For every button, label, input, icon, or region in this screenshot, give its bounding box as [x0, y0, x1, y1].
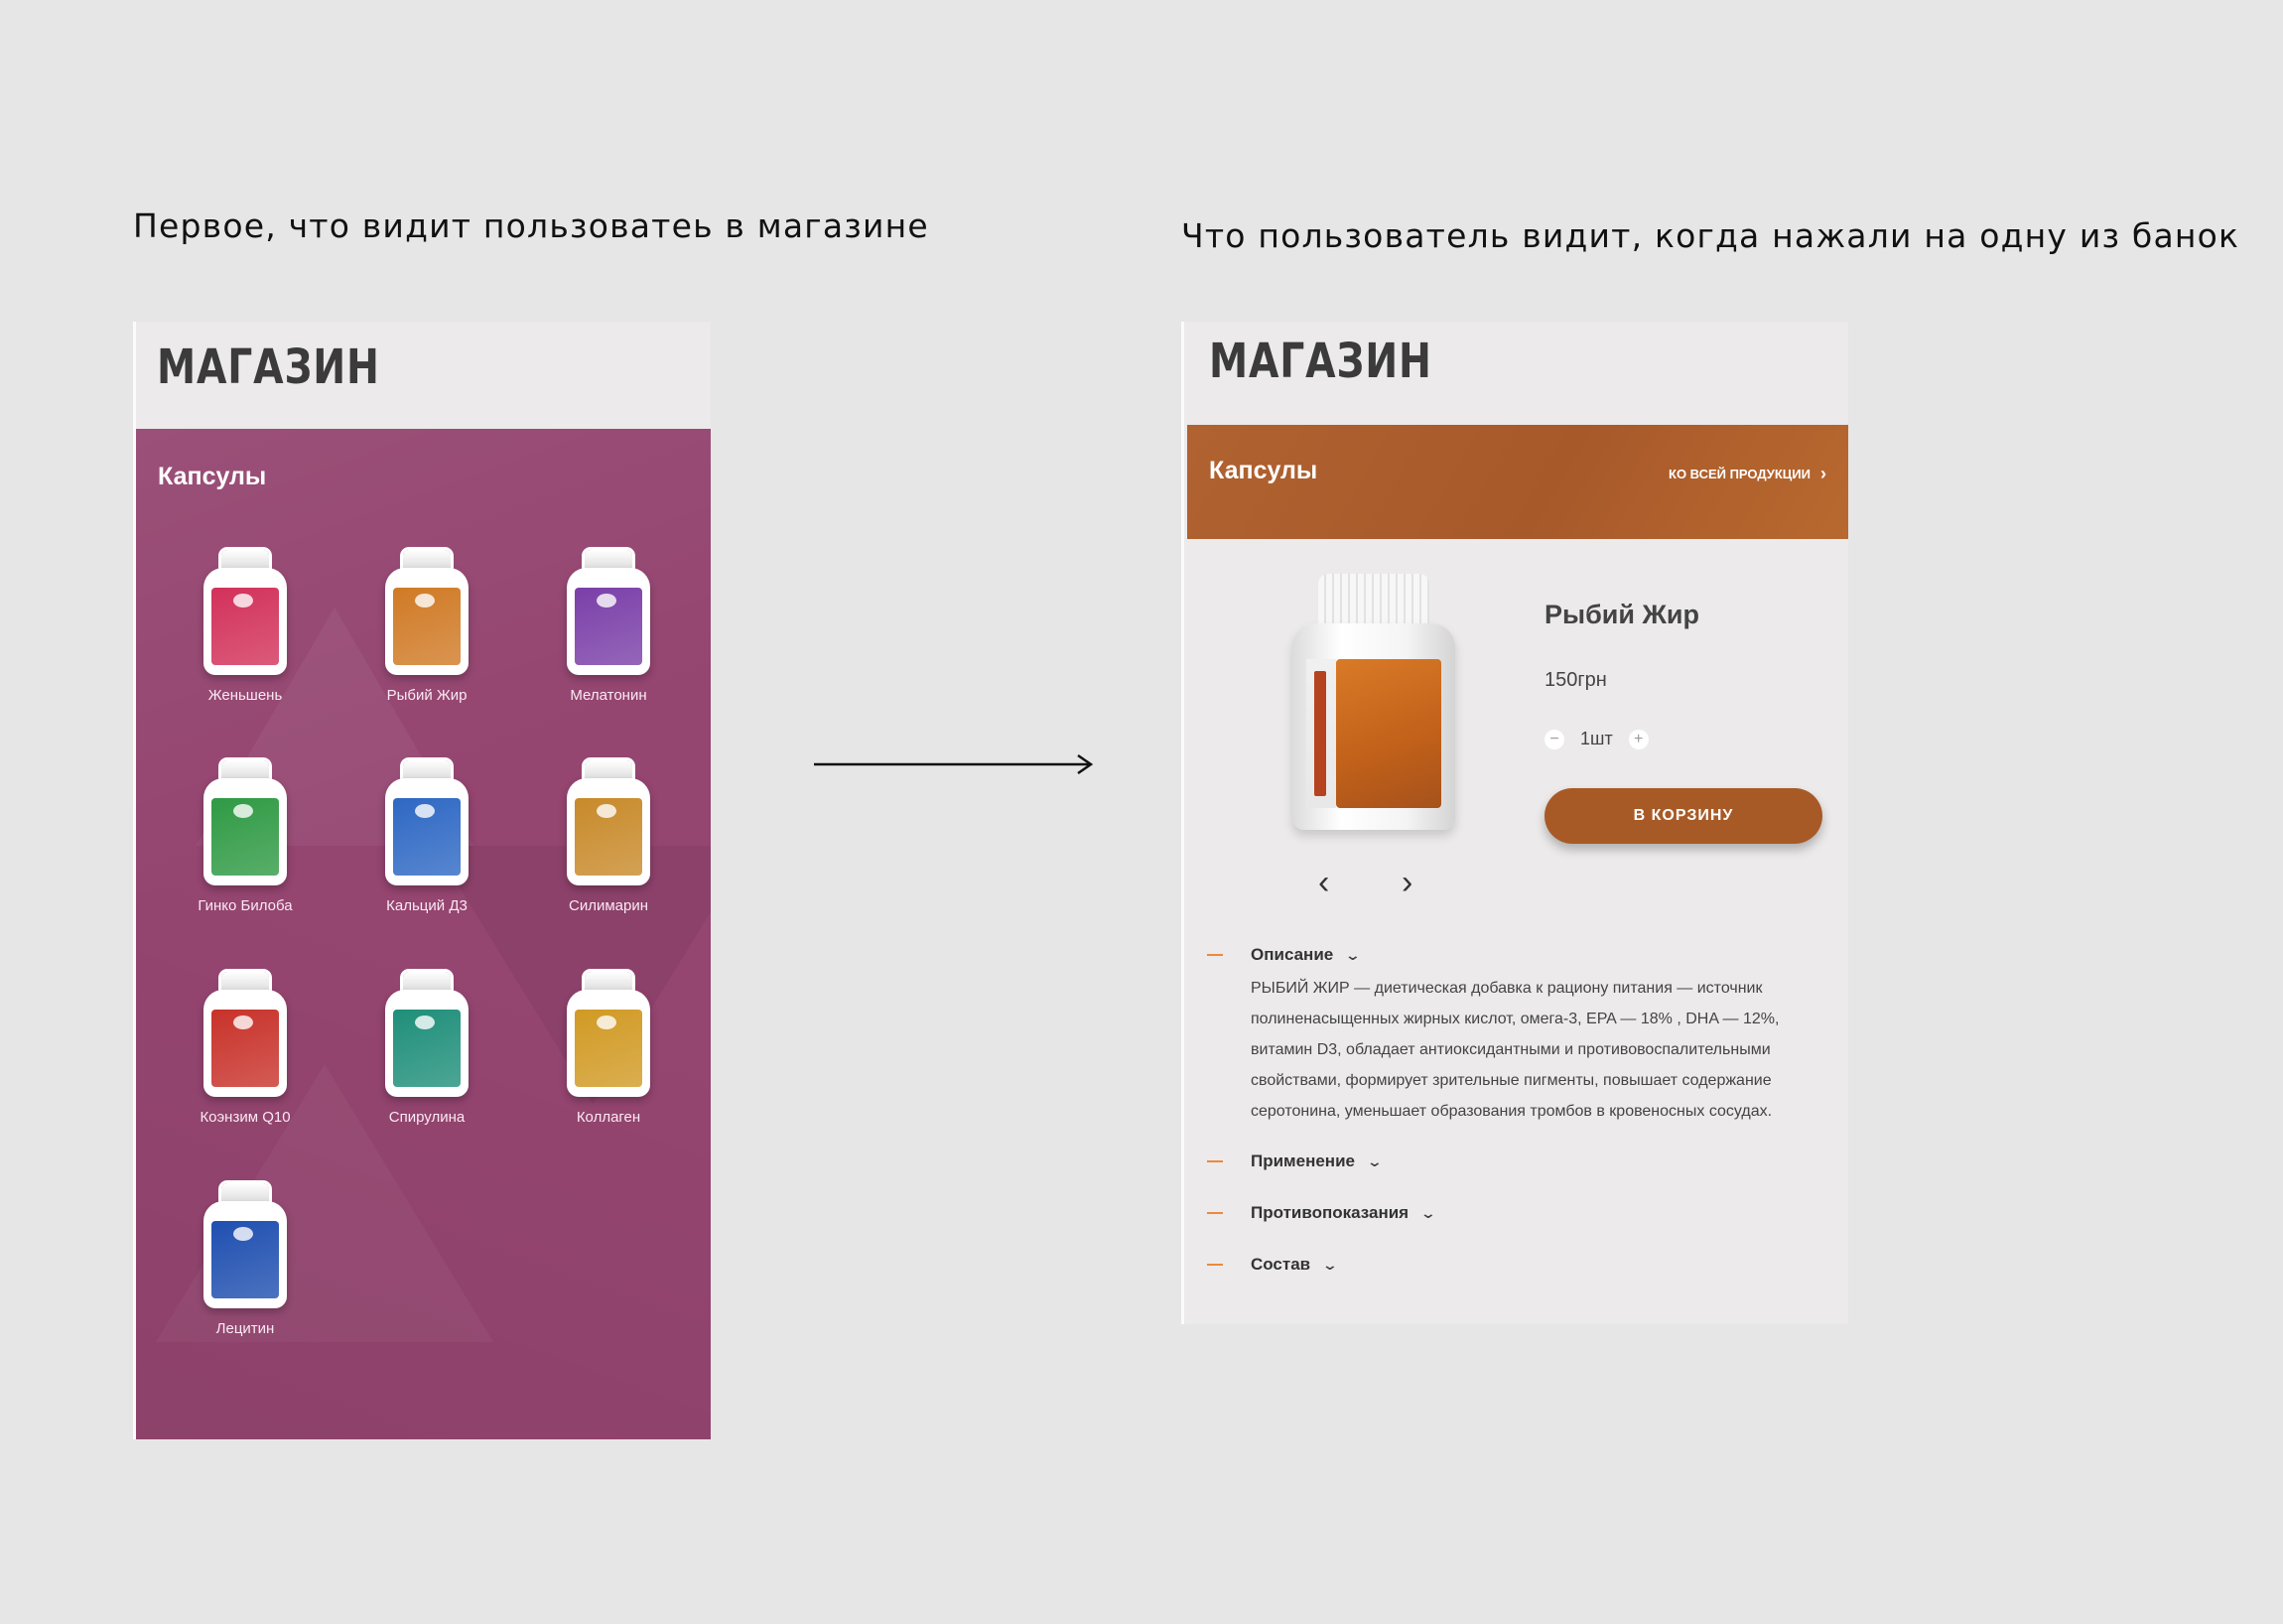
- chevron-right-icon: ›: [1820, 464, 1826, 483]
- product-jar-image: [203, 1183, 287, 1308]
- section-title: Применение: [1251, 1151, 1355, 1170]
- left-screen-caption: Первое, что видит пользоватеь в магазине: [133, 206, 929, 245]
- product-jar-image: [385, 760, 469, 885]
- product-card[interactable]: Женьшень: [166, 550, 325, 704]
- accordion-header-description[interactable]: Описание ⌄: [1207, 945, 1842, 965]
- product-label: Лецитин: [215, 1320, 275, 1337]
- product-label: Женьшень: [207, 687, 283, 704]
- chevron-down-icon: ⌄: [1366, 1152, 1384, 1169]
- chevron-down-icon: ⌄: [1419, 1204, 1437, 1221]
- product-card[interactable]: Гинко Билоба: [166, 760, 325, 914]
- product-label: Рыбий Жир: [386, 687, 468, 704]
- dash-icon: [1207, 1264, 1223, 1266]
- section-title: Описание: [1251, 945, 1334, 964]
- product-card[interactable]: Коэнзим Q10: [166, 972, 325, 1126]
- section-title: Состав: [1251, 1255, 1311, 1274]
- description-text: РЫБИЙ ЖИР — диетическая добавка к рацион…: [1251, 980, 1780, 1120]
- section-title: Противопоказания: [1251, 1203, 1410, 1222]
- right-screen-caption: Что пользователь видит, когда нажали на …: [1181, 216, 2240, 255]
- capsules-catalog: Капсулы Женьшень Рыбий Жир Мелатонин Гинко …: [136, 429, 711, 1439]
- product-label: Силимарин: [568, 897, 648, 914]
- shop-title: МАГАЗИН: [157, 339, 380, 395]
- accordion-header-usage[interactable]: Применение ⌄: [1207, 1151, 1384, 1171]
- product-name: Рыбий Жир: [1544, 600, 1699, 629]
- product-card[interactable]: Рыбий Жир: [347, 550, 506, 704]
- product-jar-image: [567, 760, 650, 885]
- chevron-down-icon: ⌄: [1344, 946, 1362, 963]
- category-name: Капсулы: [1209, 457, 1318, 484]
- quantity-stepper: − 1шт +: [1544, 729, 1649, 749]
- chevron-down-icon: ⌄: [1321, 1256, 1339, 1273]
- product-card[interactable]: Коллаген: [529, 972, 688, 1126]
- all-products-label: КО ВСЕЙ ПРОДУКЦИИ: [1669, 466, 1811, 481]
- all-products-link[interactable]: КО ВСЕЙ ПРОДУКЦИИ ›: [1669, 465, 1826, 482]
- product-label: Мелатонин: [570, 687, 647, 704]
- shop-list-screen: МАГАЗИН Капсулы Женьшень Рыбий Жир Мелатон…: [133, 322, 711, 1439]
- accordion-usage: Применение ⌄: [1207, 1151, 1384, 1171]
- product-grid: Женьшень Рыбий Жир Мелатонин Гинко Билоба Ка…: [136, 429, 711, 1439]
- add-to-cart-button[interactable]: В КОРЗИНУ: [1544, 788, 1822, 844]
- product-card[interactable]: Мелатонин: [529, 550, 688, 704]
- product-label: Гинко Билоба: [198, 897, 293, 914]
- product-jar-image: [203, 760, 287, 885]
- accordion-header-contraindications[interactable]: Противопоказания ⌄: [1207, 1203, 1437, 1223]
- accordion-header-composition[interactable]: Состав ⌄: [1207, 1255, 1339, 1275]
- product-card[interactable]: Кальций Д3: [347, 760, 506, 914]
- product-label: Коллаген: [576, 1109, 641, 1126]
- product-jar-image: [567, 972, 650, 1097]
- product-jar-image: [385, 550, 469, 675]
- accordion-contraindications: Противопоказания ⌄: [1207, 1203, 1437, 1223]
- dash-icon: [1207, 1212, 1223, 1214]
- product-card[interactable]: Лецитин: [166, 1183, 325, 1337]
- image-prev-arrow[interactable]: ‹: [1318, 864, 1329, 902]
- product-card[interactable]: Силимарин: [529, 760, 688, 914]
- product-label: Спирулина: [388, 1109, 466, 1126]
- qty-value: 1шт: [1580, 729, 1613, 748]
- dash-icon: [1207, 1160, 1223, 1162]
- product-jar-image: [567, 550, 650, 675]
- product-jar-image: [203, 550, 287, 675]
- product-label: Кальций Д3: [386, 897, 468, 914]
- accordion-composition: Состав ⌄: [1207, 1255, 1339, 1275]
- qty-plus-button[interactable]: +: [1628, 729, 1649, 749]
- product-jar-image: [203, 972, 287, 1097]
- product-jar-image: [385, 972, 469, 1097]
- shop-title: МАГАЗИН: [1209, 334, 1432, 389]
- product-detail-screen: МАГАЗИН Капсулы КО ВСЕЙ ПРОДУКЦИИ › ‹ › …: [1181, 322, 1848, 1324]
- product-price: 150грн: [1544, 669, 1607, 691]
- product-label: Коэнзим Q10: [200, 1109, 291, 1126]
- product-image: [1292, 574, 1455, 832]
- flow-arrow-icon: [814, 753, 1094, 775]
- qty-minus-button[interactable]: −: [1544, 729, 1564, 749]
- image-next-arrow[interactable]: ›: [1402, 864, 1412, 902]
- accordion-description: Описание ⌄ РЫБИЙ ЖИР — диетическая добав…: [1207, 945, 1842, 1127]
- product-card[interactable]: Спирулина: [347, 972, 506, 1126]
- dash-icon: [1207, 954, 1223, 956]
- category-bar: Капсулы КО ВСЕЙ ПРОДУКЦИИ ›: [1187, 425, 1848, 539]
